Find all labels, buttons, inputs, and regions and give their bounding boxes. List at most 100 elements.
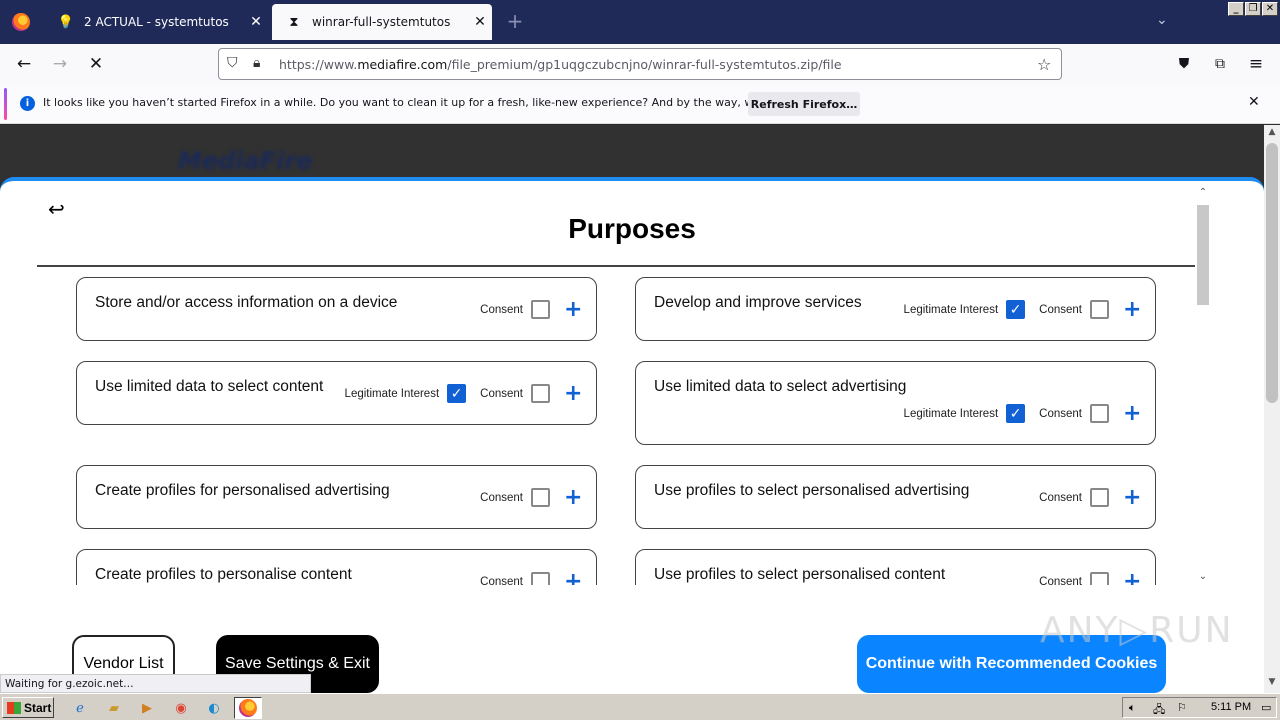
- scrollbar-thumb[interactable]: [1266, 143, 1278, 403]
- notification-accent: [4, 88, 7, 120]
- refresh-firefox-button[interactable]: Refresh Firefox…: [748, 92, 860, 116]
- legitimate-interest-label: Legitimate Interest: [344, 387, 440, 400]
- windows-taskbar: Start ℯ ▰ ▶ ◉ ◐ 🔈︎ 🖧 ⚐ 5:11 PM ▭: [0, 693, 1280, 720]
- lock-icon[interactable]: 🔒︎: [253, 55, 260, 71]
- volume-icon[interactable]: 🔈︎: [1129, 701, 1136, 715]
- purpose-title: Create profiles for personalised adverti…: [95, 482, 390, 499]
- list-all-tabs-icon[interactable]: ⌄: [1156, 12, 1168, 28]
- consent-label: Consent: [480, 575, 523, 586]
- flag-notification-icon[interactable]: ⚐: [1177, 701, 1187, 714]
- purpose-title: Store and/or access information on a dev…: [95, 294, 398, 311]
- expand-plus-icon[interactable]: +: [564, 298, 582, 320]
- ie-icon[interactable]: ℯ: [70, 698, 90, 718]
- consent-checkbox[interactable]: [531, 572, 550, 585]
- url-bar[interactable]: ⛉ 🔒︎ https://www.mediafire.com/file_prem…: [218, 48, 1062, 80]
- modal-title: Purposes: [568, 213, 696, 244]
- close-tab-icon[interactable]: ✕: [244, 14, 268, 30]
- new-tab-button[interactable]: +: [504, 10, 526, 34]
- consent-checkbox[interactable]: [1090, 300, 1109, 319]
- shield-icon[interactable]: ⛉: [227, 55, 238, 71]
- mediafire-logo: MediaFire: [178, 147, 313, 175]
- consent-checkbox[interactable]: [531, 300, 550, 319]
- legitimate-interest-checkbox[interactable]: ✓: [1006, 404, 1026, 423]
- purpose-card-limited-advertising: Use limited data to select advertising L…: [635, 361, 1156, 445]
- close-icon[interactable]: ✕: [1248, 94, 1260, 110]
- hamburger-menu-icon[interactable]: ≡: [1242, 50, 1270, 78]
- consent-checkbox[interactable]: [1090, 488, 1109, 507]
- navigation-toolbar: ← → ✕ ⛉ 🔒︎ https://www.mediafire.com/fil…: [0, 44, 1280, 84]
- consent-label: Consent: [1039, 303, 1082, 316]
- firefox-icon: [12, 13, 30, 31]
- media-player-icon[interactable]: ▶: [137, 698, 157, 718]
- folder-icon[interactable]: ▰: [104, 698, 124, 718]
- firefox-menu-button[interactable]: [0, 0, 42, 44]
- start-button[interactable]: Start: [2, 697, 54, 718]
- expand-plus-icon[interactable]: +: [564, 570, 582, 585]
- page-scrollbar[interactable]: ▲ ▼: [1264, 125, 1280, 693]
- purposes-list[interactable]: Store and/or access information on a dev…: [37, 267, 1197, 585]
- chrome-icon[interactable]: ◉: [171, 698, 191, 718]
- extensions-icon[interactable]: ⧉: [1206, 50, 1234, 78]
- expand-plus-icon[interactable]: +: [1123, 570, 1141, 585]
- consent-label: Consent: [1039, 491, 1082, 504]
- stop-loading-icon[interactable]: ✕: [82, 50, 110, 78]
- firefox-icon: [239, 699, 257, 717]
- hourglass-icon: ⧗: [289, 14, 299, 30]
- browser-tab-bar: 💡 2 ACTUAL - systemtutos ✕ ⧗ winrar-full…: [0, 0, 1280, 44]
- scrollbar-thumb[interactable]: [1197, 205, 1209, 305]
- purpose-card-use-content-profiles: Use profiles to select personalised cont…: [635, 549, 1156, 585]
- tab-systemtutos[interactable]: 💡 2 ACTUAL - systemtutos ✕: [44, 0, 268, 44]
- legitimate-interest-checkbox[interactable]: ✓: [1006, 300, 1026, 319]
- show-desktop-icon[interactable]: ▭: [1261, 701, 1271, 714]
- purpose-title: Develop and improve services: [654, 294, 862, 311]
- consent-checkbox[interactable]: [1090, 572, 1109, 585]
- expand-plus-icon[interactable]: +: [1123, 298, 1141, 320]
- back-arrow-icon[interactable]: ←: [10, 50, 38, 78]
- close-tab-icon[interactable]: ✕: [468, 14, 492, 30]
- status-text: Waiting for g.ezoic.net…: [0, 674, 311, 693]
- close-window-button[interactable]: ✕: [1262, 2, 1278, 16]
- purpose-title: Create profiles to personalise content: [95, 566, 352, 583]
- system-tray: 🔈︎ 🖧 ⚐ 5:11 PM ▭: [1122, 697, 1277, 718]
- expand-plus-icon[interactable]: +: [1123, 486, 1141, 508]
- purpose-title: Use profiles to select personalised cont…: [654, 566, 946, 583]
- consent-checkbox[interactable]: [1090, 404, 1109, 423]
- consent-label: Consent: [480, 491, 523, 504]
- forward-arrow-icon[interactable]: →: [46, 50, 74, 78]
- purpose-card-develop-improve: Develop and improve services Legitimate …: [635, 277, 1156, 341]
- expand-plus-icon[interactable]: +: [1123, 402, 1141, 424]
- url-text[interactable]: https://www.mediafire.com/file_premium/g…: [279, 57, 842, 72]
- legitimate-interest-checkbox[interactable]: ✓: [447, 384, 467, 403]
- edge-icon[interactable]: ◐: [204, 698, 224, 718]
- scroll-down-icon[interactable]: ⌄: [1195, 571, 1211, 582]
- bookmark-star-icon[interactable]: ☆: [1037, 55, 1051, 74]
- url-domain: mediafire.com: [357, 57, 448, 72]
- purpose-title: Use limited data to select content: [95, 378, 324, 395]
- scroll-up-icon[interactable]: ⌃: [1195, 187, 1211, 198]
- scroll-down-icon[interactable]: ▼: [1264, 677, 1280, 687]
- purpose-card-limited-content: Use limited data to select content Legit…: [76, 361, 597, 425]
- pocket-icon[interactable]: ⛊: [1170, 50, 1198, 78]
- minimize-window-button[interactable]: _: [1228, 2, 1244, 16]
- scroll-up-icon[interactable]: ▲: [1264, 127, 1280, 137]
- purpose-card-use-ad-profiles: Use profiles to select personalised adve…: [635, 465, 1156, 529]
- url-prefix: https://www.: [279, 57, 358, 72]
- consent-checkbox[interactable]: [531, 488, 550, 507]
- restore-window-button[interactable]: ❐: [1245, 2, 1261, 16]
- purpose-title: Use limited data to select advertising: [654, 378, 907, 395]
- legitimate-interest-label: Legitimate Interest: [903, 407, 999, 420]
- consent-checkbox[interactable]: [531, 384, 550, 403]
- expand-plus-icon[interactable]: +: [564, 486, 582, 508]
- taskbar-firefox-button[interactable]: [234, 697, 262, 719]
- tab-title: winrar-full-systemtutos: [312, 15, 451, 29]
- info-icon: i: [20, 96, 35, 111]
- tab-winrar[interactable]: ⧗ winrar-full-systemtutos ✕: [272, 4, 492, 40]
- purpose-card-store-access: Store and/or access information on a dev…: [76, 277, 597, 341]
- expand-plus-icon[interactable]: +: [564, 382, 582, 404]
- legitimate-interest-label: Legitimate Interest: [903, 303, 999, 316]
- clock: 5:11 PM: [1211, 701, 1252, 713]
- purposes-scrollbar[interactable]: ⌃ ⌄: [1195, 187, 1211, 585]
- purpose-title: Use profiles to select personalised adve…: [654, 482, 970, 499]
- purpose-card-create-ad-profiles: Create profiles for personalised adverti…: [76, 465, 597, 529]
- network-icon[interactable]: 🖧: [1153, 701, 1165, 720]
